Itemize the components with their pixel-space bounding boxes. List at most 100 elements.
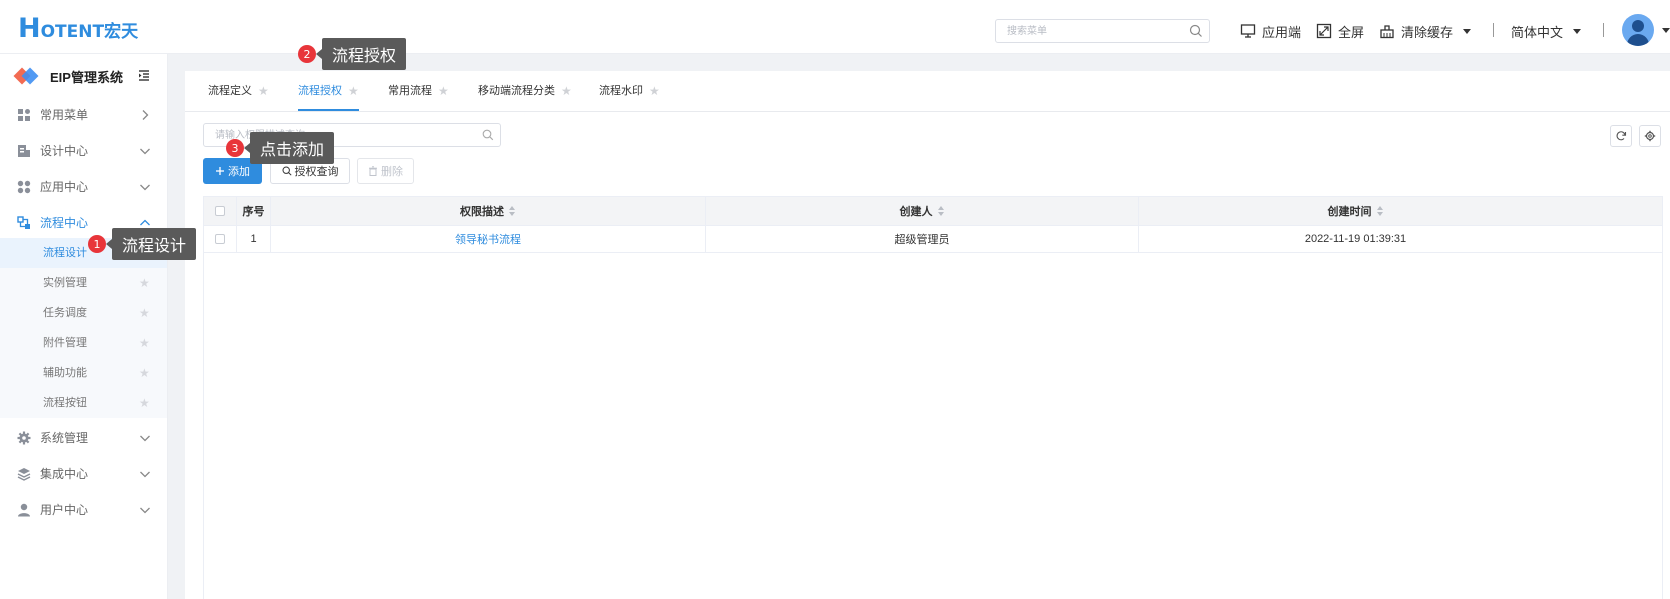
star-icon[interactable]: ★	[139, 367, 150, 379]
avatar[interactable]	[1622, 14, 1654, 46]
sidebar-item-system-manage[interactable]: 系统管理	[0, 420, 167, 456]
submenu-item-label: 实例管理	[43, 277, 87, 289]
fullscreen-label: 全屏	[1338, 24, 1365, 40]
submenu-item-label: 附件管理	[43, 337, 87, 349]
submenu-item-label: 任务调度	[43, 307, 87, 319]
sidebar-item-label: 用户中心	[40, 503, 89, 517]
search-icon[interactable]	[1189, 24, 1203, 38]
table-header: 序号 权限描述 创建人 创建时间	[204, 197, 1662, 226]
top-header: H OTENT宏天 应用端 全屏 清除缓存 简体中文	[0, 0, 1670, 54]
app-client-button[interactable]: 应用端	[1240, 20, 1301, 42]
chevron-down-icon	[140, 435, 150, 442]
language-dropdown[interactable]: 简体中文	[1511, 20, 1582, 42]
star-icon[interactable]: ★	[139, 307, 150, 319]
refresh-button[interactable]	[1610, 125, 1632, 147]
callout-number: 2	[298, 45, 316, 63]
chevron-down-icon	[1573, 28, 1582, 34]
sort-icon[interactable]	[937, 206, 945, 216]
tab-mobile-flow-category[interactable]: 移动端流程分类 ★	[478, 85, 572, 111]
divider	[1493, 23, 1494, 37]
callout-number: 1	[88, 235, 106, 253]
chevron-down-icon	[140, 507, 150, 514]
user-icon	[18, 503, 30, 517]
system-title: EIP管理系统	[13, 64, 123, 88]
language-label: 简体中文	[1511, 24, 1564, 40]
table-row[interactable]: 1 领导秘书流程 超级管理员 2022-11-19 01:39:31	[204, 226, 1662, 253]
search-icon[interactable]	[482, 129, 494, 141]
sidebar-item-integration-center[interactable]: 集成中心	[0, 456, 167, 492]
layers-icon	[17, 468, 31, 481]
star-icon[interactable]: ★	[139, 337, 150, 349]
column-header-label: 创建时间	[1327, 206, 1372, 218]
collapse-menu-icon[interactable]	[138, 69, 150, 81]
sidebar-item-common-menu[interactable]: 常用菜单	[0, 97, 167, 133]
fullscreen-button[interactable]: 全屏	[1316, 20, 1364, 42]
sidebar-item-label: 应用中心	[40, 180, 89, 194]
tab-flow-authorization[interactable]: 流程授权 ★	[298, 85, 359, 111]
sidebar-item-label: 系统管理	[40, 431, 89, 445]
star-icon[interactable]: ★	[139, 277, 150, 289]
star-icon[interactable]: ★	[438, 85, 449, 97]
sort-icon[interactable]	[509, 206, 516, 216]
callout-tooltip: 点击添加	[243, 132, 335, 164]
authorization-query-label: 授权查询	[294, 166, 339, 178]
tab-flow-definition[interactable]: 流程定义 ★	[208, 85, 269, 111]
delete-button[interactable]: 删除	[357, 158, 414, 184]
submenu-item-label: 流程按钮	[43, 397, 87, 409]
select-all-checkbox[interactable]	[215, 206, 225, 216]
flow-center-submenu: 流程设计 实例管理 ★ 任务调度 ★ 附件管理 ★ 辅助功能 ★ 流程按钮 ★	[0, 238, 167, 418]
avatar-dropdown-icon[interactable]	[1662, 28, 1670, 33]
chevron-down-icon	[1463, 28, 1472, 34]
column-header-created-time[interactable]: 创建时间	[1139, 197, 1572, 225]
tab-flow-watermark[interactable]: 流程水印 ★	[599, 85, 660, 111]
column-header-index: 序号	[237, 197, 271, 225]
description-link[interactable]: 领导秘书流程	[455, 231, 521, 247]
submenu-item-flow-buttons[interactable]: 流程按钮 ★	[0, 388, 167, 418]
column-header-description[interactable]: 权限描述	[271, 197, 706, 225]
delete-button-label: 删除	[381, 166, 403, 178]
column-header-label: 序号	[242, 206, 265, 218]
star-icon[interactable]: ★	[561, 85, 572, 97]
star-icon[interactable]: ★	[258, 85, 269, 97]
tab-common-flow[interactable]: 常用流程 ★	[388, 85, 449, 111]
sidebar-item-design-center[interactable]: 设计中心	[0, 133, 167, 169]
column-header-creator[interactable]: 创建人	[706, 197, 1139, 225]
menu-search[interactable]	[995, 19, 1210, 43]
submenu-item-task-schedule[interactable]: 任务调度 ★	[0, 298, 167, 328]
row-description-cell: 领导秘书流程	[271, 226, 706, 252]
chevron-down-icon	[140, 148, 150, 155]
row-checkbox[interactable]	[215, 234, 225, 244]
tab-label: 流程水印	[599, 85, 643, 97]
callout-2: 2 流程授权	[298, 38, 407, 70]
callout-tooltip: 流程设计	[105, 228, 197, 260]
clear-cache-label: 清除缓存	[1401, 24, 1454, 40]
fullscreen-icon	[1316, 23, 1332, 39]
sidebar: EIP管理系统 常用菜单 设计中心 应用中心 流程中心 流程设计 实例管理 ★ …	[0, 54, 168, 599]
submenu-item-attachment-manage[interactable]: 附件管理 ★	[0, 328, 167, 358]
app-client-label: 应用端	[1262, 24, 1302, 40]
menu-search-input[interactable]	[1007, 20, 1187, 42]
tab-label: 流程定义	[208, 85, 252, 97]
column-header-label: 创建人	[899, 206, 933, 218]
search-icon	[281, 166, 292, 176]
submenu-item-auxiliary[interactable]: 辅助功能 ★	[0, 358, 167, 388]
sidebar-item-user-center[interactable]: 用户中心	[0, 492, 167, 528]
star-icon[interactable]: ★	[649, 85, 660, 97]
submenu-item-instance-manage[interactable]: 实例管理 ★	[0, 268, 167, 298]
logo-text: OTENT宏天	[40, 22, 139, 42]
star-icon[interactable]: ★	[348, 85, 359, 97]
row-index: 1	[237, 226, 271, 252]
callout-1: 1 流程设计	[88, 228, 197, 260]
clear-cache-dropdown[interactable]: 清除缓存	[1379, 20, 1472, 42]
column-settings-button[interactable]	[1639, 125, 1661, 147]
plus-icon	[216, 167, 224, 175]
gear-icon	[17, 431, 31, 445]
submenu-item-label: 辅助功能	[43, 367, 87, 379]
sort-icon[interactable]	[1376, 206, 1384, 216]
star-icon[interactable]: ★	[139, 397, 150, 409]
system-title-label: EIP管理系统	[50, 69, 123, 85]
hotent-logo[interactable]: H OTENT宏天	[18, 14, 138, 42]
tab-label: 流程授权	[298, 85, 342, 97]
column-header-label: 权限描述	[460, 206, 504, 218]
sidebar-item-app-center[interactable]: 应用中心	[0, 169, 167, 205]
